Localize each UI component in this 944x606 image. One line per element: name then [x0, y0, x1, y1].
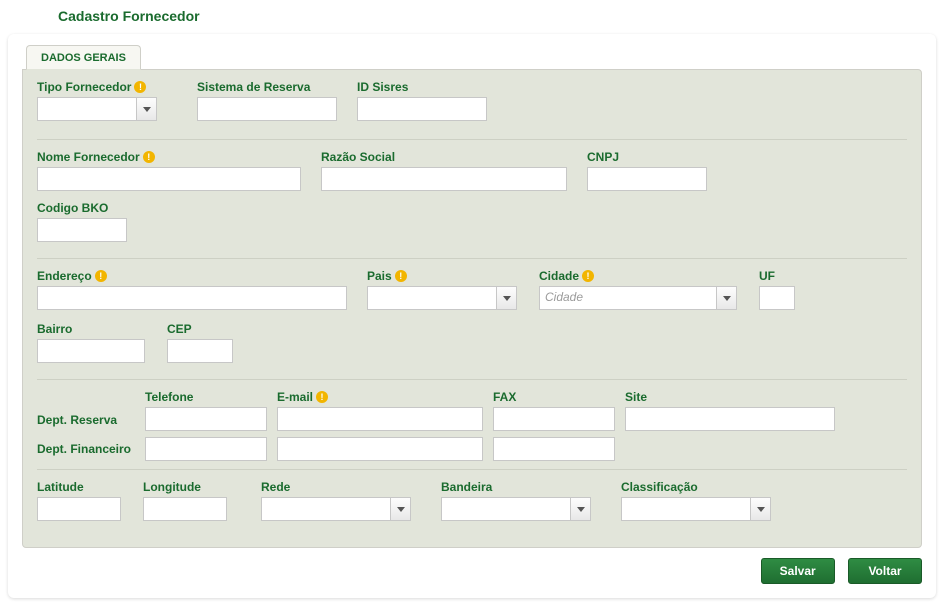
- tab-dados-gerais[interactable]: DADOS GERAIS: [26, 45, 141, 70]
- latitude-input[interactable]: [37, 497, 121, 521]
- label-dept-reserva: Dept. Reserva: [37, 413, 145, 427]
- label-tipo-fornecedor: Tipo Fornecedor: [37, 80, 187, 94]
- uf-input[interactable]: [759, 286, 795, 310]
- label-cidade: Cidade: [539, 269, 749, 283]
- required-icon: [582, 270, 594, 282]
- classificacao-value: [622, 498, 750, 520]
- label-site: Site: [625, 390, 835, 404]
- sistema-reserva-input[interactable]: [197, 97, 337, 121]
- tab-bar: DADOS GERAIS: [8, 35, 936, 70]
- label-rede: Rede: [261, 480, 431, 494]
- razao-social-input[interactable]: [321, 167, 567, 191]
- nome-fornecedor-input[interactable]: [37, 167, 301, 191]
- bairro-input[interactable]: [37, 339, 145, 363]
- longitude-input[interactable]: [143, 497, 227, 521]
- chevron-down-icon[interactable]: [496, 287, 516, 309]
- button-bar: Salvar Voltar: [8, 548, 936, 584]
- label-fax: FAX: [493, 390, 615, 404]
- label-endereco: Endereço: [37, 269, 357, 283]
- codigo-bko-input[interactable]: [37, 218, 127, 242]
- cep-input[interactable]: [167, 339, 233, 363]
- label-pais: Pais: [367, 269, 529, 283]
- chevron-down-icon[interactable]: [570, 498, 590, 520]
- fin-fax-input[interactable]: [493, 437, 615, 461]
- bandeira-select[interactable]: [441, 497, 591, 521]
- form-panel: DADOS GERAIS Tipo Fornecedor Sistema de …: [8, 34, 936, 598]
- required-icon: [134, 81, 146, 93]
- label-codigo-bko: Codigo BKO: [37, 201, 157, 215]
- pais-value: [368, 287, 496, 309]
- bandeira-value: [442, 498, 570, 520]
- required-icon: [143, 151, 155, 163]
- cidade-select[interactable]: Cidade: [539, 286, 737, 310]
- label-sistema-reserva: Sistema de Reserva: [197, 80, 347, 94]
- classificacao-select[interactable]: [621, 497, 771, 521]
- page-title: Cadastro Fornecedor: [0, 0, 944, 34]
- pais-select[interactable]: [367, 286, 517, 310]
- fin-email-input[interactable]: [277, 437, 483, 461]
- label-cnpj: CNPJ: [587, 150, 727, 164]
- reserva-telefone-input[interactable]: [145, 407, 267, 431]
- reserva-fax-input[interactable]: [493, 407, 615, 431]
- label-uf: UF: [759, 269, 809, 283]
- id-sisres-input[interactable]: [357, 97, 487, 121]
- label-razao-social: Razão Social: [321, 150, 577, 164]
- rede-value: [262, 498, 390, 520]
- salvar-button[interactable]: Salvar: [761, 558, 835, 584]
- label-telefone: Telefone: [145, 390, 267, 404]
- label-cep: CEP: [167, 322, 257, 336]
- reserva-email-input[interactable]: [277, 407, 483, 431]
- label-dept-financeiro: Dept. Financeiro: [37, 442, 145, 456]
- form-area: Tipo Fornecedor Sistema de Reserva ID Si…: [22, 69, 922, 548]
- chevron-down-icon[interactable]: [716, 287, 736, 309]
- cidade-placeholder: Cidade: [540, 287, 716, 309]
- label-email: E-mail: [277, 390, 483, 404]
- required-icon: [316, 391, 328, 403]
- label-bandeira: Bandeira: [441, 480, 611, 494]
- chevron-down-icon[interactable]: [136, 98, 156, 120]
- required-icon: [395, 270, 407, 282]
- reserva-site-input[interactable]: [625, 407, 835, 431]
- label-classificacao: Classificação: [621, 480, 791, 494]
- label-nome-fornecedor: Nome Fornecedor: [37, 150, 311, 164]
- label-longitude: Longitude: [143, 480, 251, 494]
- chevron-down-icon[interactable]: [750, 498, 770, 520]
- tipo-fornecedor-select[interactable]: [37, 97, 157, 121]
- tipo-fornecedor-value: [38, 98, 136, 120]
- required-icon: [95, 270, 107, 282]
- label-bairro: Bairro: [37, 322, 157, 336]
- rede-select[interactable]: [261, 497, 411, 521]
- voltar-button[interactable]: Voltar: [848, 558, 922, 584]
- label-id-sisres: ID Sisres: [357, 80, 507, 94]
- chevron-down-icon[interactable]: [390, 498, 410, 520]
- label-latitude: Latitude: [37, 480, 133, 494]
- cnpj-input[interactable]: [587, 167, 707, 191]
- endereco-input[interactable]: [37, 286, 347, 310]
- fin-telefone-input[interactable]: [145, 437, 267, 461]
